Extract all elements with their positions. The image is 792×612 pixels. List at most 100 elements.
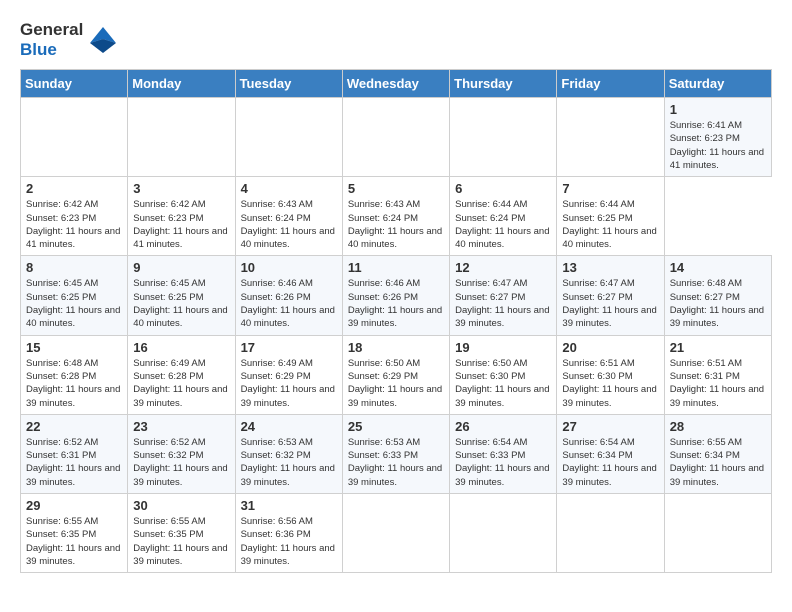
weekday-header: Monday	[128, 70, 235, 98]
calendar-cell: 10 Sunrise: 6:46 AM Sunset: 6:26 PM Dayl…	[235, 256, 342, 335]
day-number: 9	[133, 260, 229, 275]
day-info: Sunrise: 6:52 AM Sunset: 6:32 PM Dayligh…	[133, 436, 229, 489]
weekday-header: Wednesday	[342, 70, 449, 98]
day-info: Sunrise: 6:53 AM Sunset: 6:32 PM Dayligh…	[241, 436, 337, 489]
calendar-cell	[128, 98, 235, 177]
day-info: Sunrise: 6:56 AM Sunset: 6:36 PM Dayligh…	[241, 515, 337, 568]
weekday-header: Sunday	[21, 70, 128, 98]
logo-icon	[86, 23, 120, 57]
day-info: Sunrise: 6:55 AM Sunset: 6:35 PM Dayligh…	[133, 515, 229, 568]
calendar-cell	[557, 494, 664, 573]
day-info: Sunrise: 6:47 AM Sunset: 6:27 PM Dayligh…	[455, 277, 551, 330]
calendar-week-row: 15 Sunrise: 6:48 AM Sunset: 6:28 PM Dayl…	[21, 335, 772, 414]
day-number: 11	[348, 260, 444, 275]
calendar-cell: 8 Sunrise: 6:45 AM Sunset: 6:25 PM Dayli…	[21, 256, 128, 335]
day-number: 28	[670, 419, 766, 434]
calendar-header-row: SundayMondayTuesdayWednesdayThursdayFrid…	[21, 70, 772, 98]
calendar-cell	[450, 494, 557, 573]
calendar-cell: 5 Sunrise: 6:43 AM Sunset: 6:24 PM Dayli…	[342, 177, 449, 256]
calendar-cell: 15 Sunrise: 6:48 AM Sunset: 6:28 PM Dayl…	[21, 335, 128, 414]
day-info: Sunrise: 6:53 AM Sunset: 6:33 PM Dayligh…	[348, 436, 444, 489]
calendar-cell: 22 Sunrise: 6:52 AM Sunset: 6:31 PM Dayl…	[21, 414, 128, 493]
calendar-cell: 13 Sunrise: 6:47 AM Sunset: 6:27 PM Dayl…	[557, 256, 664, 335]
calendar-cell	[342, 494, 449, 573]
day-number: 17	[241, 340, 337, 355]
calendar-cell: 9 Sunrise: 6:45 AM Sunset: 6:25 PM Dayli…	[128, 256, 235, 335]
calendar-table: SundayMondayTuesdayWednesdayThursdayFrid…	[20, 69, 772, 573]
calendar-cell: 26 Sunrise: 6:54 AM Sunset: 6:33 PM Dayl…	[450, 414, 557, 493]
calendar-week-row: 2 Sunrise: 6:42 AM Sunset: 6:23 PM Dayli…	[21, 177, 772, 256]
day-number: 13	[562, 260, 658, 275]
day-info: Sunrise: 6:42 AM Sunset: 6:23 PM Dayligh…	[26, 198, 122, 251]
day-info: Sunrise: 6:54 AM Sunset: 6:33 PM Dayligh…	[455, 436, 551, 489]
day-number: 1	[670, 102, 766, 117]
day-number: 25	[348, 419, 444, 434]
calendar-cell: 2 Sunrise: 6:42 AM Sunset: 6:23 PM Dayli…	[21, 177, 128, 256]
calendar-cell: 27 Sunrise: 6:54 AM Sunset: 6:34 PM Dayl…	[557, 414, 664, 493]
day-info: Sunrise: 6:49 AM Sunset: 6:29 PM Dayligh…	[241, 357, 337, 410]
day-info: Sunrise: 6:45 AM Sunset: 6:25 PM Dayligh…	[26, 277, 122, 330]
day-info: Sunrise: 6:54 AM Sunset: 6:34 PM Dayligh…	[562, 436, 658, 489]
calendar-cell	[557, 98, 664, 177]
day-number: 5	[348, 181, 444, 196]
calendar-cell: 6 Sunrise: 6:44 AM Sunset: 6:24 PM Dayli…	[450, 177, 557, 256]
calendar-cell: 24 Sunrise: 6:53 AM Sunset: 6:32 PM Dayl…	[235, 414, 342, 493]
day-number: 7	[562, 181, 658, 196]
calendar-cell	[235, 98, 342, 177]
calendar-week-row: 8 Sunrise: 6:45 AM Sunset: 6:25 PM Dayli…	[21, 256, 772, 335]
calendar-cell: 1 Sunrise: 6:41 AM Sunset: 6:23 PM Dayli…	[664, 98, 771, 177]
calendar-cell: 4 Sunrise: 6:43 AM Sunset: 6:24 PM Dayli…	[235, 177, 342, 256]
day-info: Sunrise: 6:44 AM Sunset: 6:24 PM Dayligh…	[455, 198, 551, 251]
calendar-cell: 16 Sunrise: 6:49 AM Sunset: 6:28 PM Dayl…	[128, 335, 235, 414]
calendar-cell: 25 Sunrise: 6:53 AM Sunset: 6:33 PM Dayl…	[342, 414, 449, 493]
calendar-cell: 23 Sunrise: 6:52 AM Sunset: 6:32 PM Dayl…	[128, 414, 235, 493]
calendar-cell: 3 Sunrise: 6:42 AM Sunset: 6:23 PM Dayli…	[128, 177, 235, 256]
weekday-header: Saturday	[664, 70, 771, 98]
day-info: Sunrise: 6:48 AM Sunset: 6:27 PM Dayligh…	[670, 277, 766, 330]
calendar-cell: 30 Sunrise: 6:55 AM Sunset: 6:35 PM Dayl…	[128, 494, 235, 573]
day-number: 21	[670, 340, 766, 355]
page-header: General Blue	[20, 20, 772, 59]
day-info: Sunrise: 6:55 AM Sunset: 6:34 PM Dayligh…	[670, 436, 766, 489]
calendar-cell	[21, 98, 128, 177]
calendar-week-row: 29 Sunrise: 6:55 AM Sunset: 6:35 PM Dayl…	[21, 494, 772, 573]
day-info: Sunrise: 6:52 AM Sunset: 6:31 PM Dayligh…	[26, 436, 122, 489]
calendar-week-row: 22 Sunrise: 6:52 AM Sunset: 6:31 PM Dayl…	[21, 414, 772, 493]
day-info: Sunrise: 6:46 AM Sunset: 6:26 PM Dayligh…	[241, 277, 337, 330]
calendar-cell: 28 Sunrise: 6:55 AM Sunset: 6:34 PM Dayl…	[664, 414, 771, 493]
calendar-cell: 12 Sunrise: 6:47 AM Sunset: 6:27 PM Dayl…	[450, 256, 557, 335]
day-number: 15	[26, 340, 122, 355]
day-number: 6	[455, 181, 551, 196]
day-info: Sunrise: 6:43 AM Sunset: 6:24 PM Dayligh…	[348, 198, 444, 251]
day-info: Sunrise: 6:51 AM Sunset: 6:30 PM Dayligh…	[562, 357, 658, 410]
weekday-header: Tuesday	[235, 70, 342, 98]
day-info: Sunrise: 6:50 AM Sunset: 6:30 PM Dayligh…	[455, 357, 551, 410]
day-number: 2	[26, 181, 122, 196]
calendar-cell: 31 Sunrise: 6:56 AM Sunset: 6:36 PM Dayl…	[235, 494, 342, 573]
calendar-cell: 20 Sunrise: 6:51 AM Sunset: 6:30 PM Dayl…	[557, 335, 664, 414]
day-info: Sunrise: 6:44 AM Sunset: 6:25 PM Dayligh…	[562, 198, 658, 251]
day-number: 26	[455, 419, 551, 434]
calendar-cell: 14 Sunrise: 6:48 AM Sunset: 6:27 PM Dayl…	[664, 256, 771, 335]
calendar-cell: 19 Sunrise: 6:50 AM Sunset: 6:30 PM Dayl…	[450, 335, 557, 414]
calendar-week-row: 1 Sunrise: 6:41 AM Sunset: 6:23 PM Dayli…	[21, 98, 772, 177]
day-info: Sunrise: 6:49 AM Sunset: 6:28 PM Dayligh…	[133, 357, 229, 410]
day-number: 22	[26, 419, 122, 434]
day-number: 3	[133, 181, 229, 196]
calendar-cell: 17 Sunrise: 6:49 AM Sunset: 6:29 PM Dayl…	[235, 335, 342, 414]
day-number: 29	[26, 498, 122, 513]
calendar-cell: 29 Sunrise: 6:55 AM Sunset: 6:35 PM Dayl…	[21, 494, 128, 573]
day-number: 10	[241, 260, 337, 275]
day-number: 16	[133, 340, 229, 355]
day-number: 31	[241, 498, 337, 513]
day-number: 8	[26, 260, 122, 275]
day-info: Sunrise: 6:42 AM Sunset: 6:23 PM Dayligh…	[133, 198, 229, 251]
day-number: 24	[241, 419, 337, 434]
day-info: Sunrise: 6:55 AM Sunset: 6:35 PM Dayligh…	[26, 515, 122, 568]
weekday-header: Thursday	[450, 70, 557, 98]
calendar-cell: 7 Sunrise: 6:44 AM Sunset: 6:25 PM Dayli…	[557, 177, 664, 256]
day-number: 4	[241, 181, 337, 196]
calendar-cell: 11 Sunrise: 6:46 AM Sunset: 6:26 PM Dayl…	[342, 256, 449, 335]
day-number: 30	[133, 498, 229, 513]
day-info: Sunrise: 6:47 AM Sunset: 6:27 PM Dayligh…	[562, 277, 658, 330]
